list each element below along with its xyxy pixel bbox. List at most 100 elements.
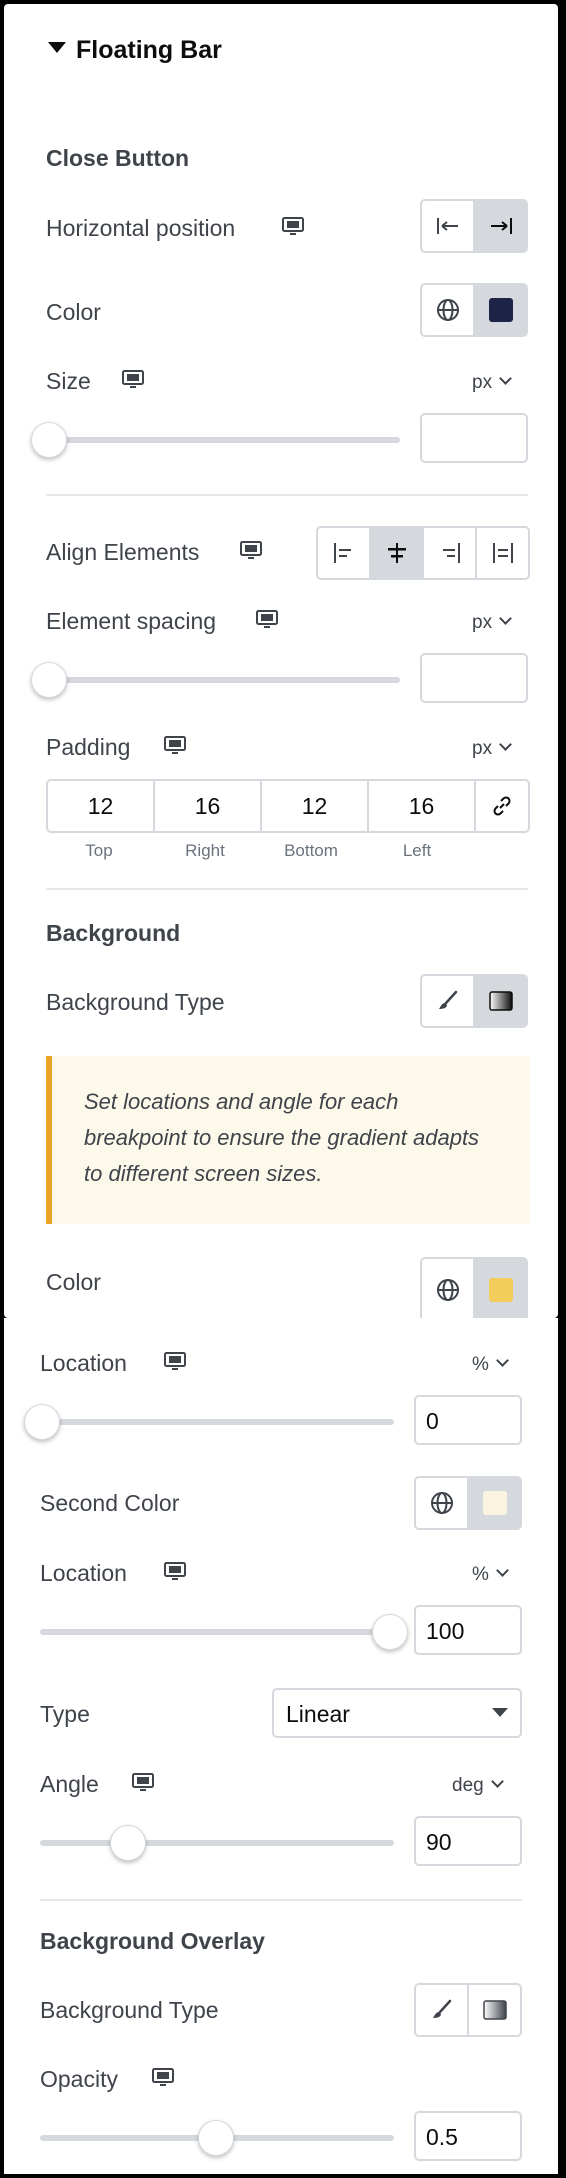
padding-right-input[interactable]: 16	[153, 781, 260, 831]
overlay-classic-button[interactable]	[416, 1985, 467, 2035]
padding-unit-selector[interactable]: px	[472, 738, 512, 760]
element-spacing-slider-track[interactable]	[46, 677, 400, 683]
size-label: Size	[46, 368, 91, 394]
unit-label: %	[472, 1564, 489, 1585]
angle-unit-selector[interactable]: deg	[452, 1775, 504, 1797]
size-slider-track[interactable]	[46, 437, 400, 443]
gradient-type-value: Linear	[286, 1701, 350, 1727]
align-justify-button[interactable]	[475, 528, 528, 578]
padding-label: Padding	[46, 734, 131, 760]
responsive-desktop-icon[interactable]	[256, 610, 278, 635]
close-button-section-title: Close Button	[46, 145, 190, 171]
padding-bottom-input[interactable]: 12	[260, 781, 367, 831]
horizontal-position-toggle	[420, 199, 528, 253]
second-color-control	[414, 1476, 522, 1530]
globe-icon	[430, 1492, 453, 1514]
element-spacing-unit-selector[interactable]: px	[472, 612, 512, 634]
background-color-label: Color	[46, 1269, 101, 1295]
element-spacing-input[interactable]	[420, 653, 528, 703]
globe-icon	[436, 1279, 459, 1301]
align-left-icon	[333, 543, 351, 563]
angle-label: Angle	[40, 1771, 99, 1797]
angle-slider-track[interactable]	[40, 1840, 394, 1846]
position-start-button[interactable]	[422, 201, 473, 251]
padding-left-input[interactable]: 16	[367, 781, 474, 831]
chevron-down-icon	[496, 1564, 509, 1577]
global-colors-button[interactable]	[416, 1478, 467, 1528]
responsive-desktop-icon[interactable]	[152, 2068, 174, 2093]
align-right-icon	[442, 543, 460, 563]
responsive-desktop-icon[interactable]	[122, 370, 144, 395]
second-location-input[interactable]: 100	[414, 1605, 522, 1655]
align-left-button[interactable]	[318, 528, 369, 578]
second-location-unit-selector[interactable]: %	[472, 1564, 509, 1586]
second-location-slider-handle[interactable]	[372, 1614, 408, 1650]
responsive-desktop-icon[interactable]	[240, 541, 262, 566]
link-values-button[interactable]	[474, 781, 528, 831]
paint-brush-icon	[432, 1999, 451, 2018]
responsive-desktop-icon[interactable]	[164, 1562, 186, 1587]
second-color-label: Second Color	[40, 1490, 180, 1516]
gradient-notice: Set locations and angle for each breakpo…	[46, 1056, 530, 1224]
location-slider-handle[interactable]	[24, 1404, 60, 1440]
background-section-title: Background	[46, 920, 181, 946]
chevron-down-icon	[499, 738, 512, 751]
panel-title[interactable]: Floating Bar	[76, 36, 222, 65]
opacity-input[interactable]: 0.5	[414, 2111, 522, 2161]
close-color-control	[420, 283, 528, 337]
align-start-icon	[436, 218, 458, 234]
size-unit-selector[interactable]: px	[472, 372, 512, 394]
opacity-slider-handle[interactable]	[198, 2120, 234, 2156]
unit-label: deg	[452, 1775, 484, 1796]
second-location-slider-track[interactable]	[40, 1629, 394, 1635]
collapse-caret-icon[interactable]	[48, 41, 66, 59]
size-input[interactable]	[420, 413, 528, 463]
globe-icon	[436, 299, 459, 321]
align-elements-label: Align Elements	[46, 539, 200, 565]
overlay-background-type-label: Background Type	[40, 1997, 219, 2023]
global-colors-button[interactable]	[422, 1259, 473, 1318]
color-swatch	[488, 298, 513, 322]
gradient-icon	[488, 991, 513, 1011]
overlay-gradient-button[interactable]	[467, 1985, 520, 2035]
close-color-label: Color	[46, 299, 101, 325]
responsive-desktop-icon[interactable]	[282, 217, 304, 242]
horizontal-position-label: Horizontal position	[46, 215, 236, 241]
gradient-type-label: Type	[40, 1701, 90, 1727]
background-type-label: Background Type	[46, 989, 225, 1015]
gradient-notice-text: Set locations and angle for each breakpo…	[84, 1089, 480, 1186]
background-color-control	[420, 1257, 528, 1318]
align-center-button[interactable]	[369, 528, 422, 578]
responsive-desktop-icon[interactable]	[164, 1352, 186, 1377]
background-overlay-section-title: Background Overlay	[40, 1928, 265, 1954]
unit-label: px	[472, 372, 493, 393]
padding-dimensions: 12 16 12 16	[46, 779, 530, 833]
background-color-swatch-button[interactable]	[473, 1259, 526, 1318]
location-unit-selector[interactable]: %	[472, 1354, 509, 1376]
link-icon	[493, 796, 511, 816]
align-elements-toggle	[316, 526, 530, 580]
angle-slider-handle[interactable]	[110, 1825, 146, 1861]
gradient-type-select[interactable]: Linear	[272, 1688, 522, 1738]
responsive-desktop-icon[interactable]	[164, 736, 186, 761]
align-right-button[interactable]	[422, 528, 475, 578]
close-color-swatch-button[interactable]	[473, 285, 526, 335]
element-spacing-slider-handle[interactable]	[31, 662, 67, 698]
background-gradient-button[interactable]	[473, 976, 526, 1026]
second-color-swatch-button[interactable]	[467, 1478, 520, 1528]
position-end-button[interactable]	[473, 201, 526, 251]
padding-bottom-caption: Bottom	[284, 841, 338, 860]
responsive-desktop-icon[interactable]	[132, 1773, 154, 1798]
global-colors-button[interactable]	[422, 285, 473, 335]
padding-top-input[interactable]: 12	[48, 781, 153, 831]
paint-brush-icon	[438, 990, 457, 1009]
padding-left-caption: Left	[402, 841, 432, 860]
gradient-settings-panel: Location % 0 Second Color Location % 100…	[4, 1318, 558, 2174]
angle-input[interactable]: 90	[414, 1816, 522, 1866]
chevron-down-icon	[496, 1354, 509, 1367]
location-label: Location	[40, 1350, 127, 1376]
size-slider-handle[interactable]	[31, 422, 67, 458]
location-slider-track[interactable]	[40, 1419, 394, 1425]
background-classic-button[interactable]	[422, 976, 473, 1026]
location-input[interactable]: 0	[414, 1395, 522, 1445]
